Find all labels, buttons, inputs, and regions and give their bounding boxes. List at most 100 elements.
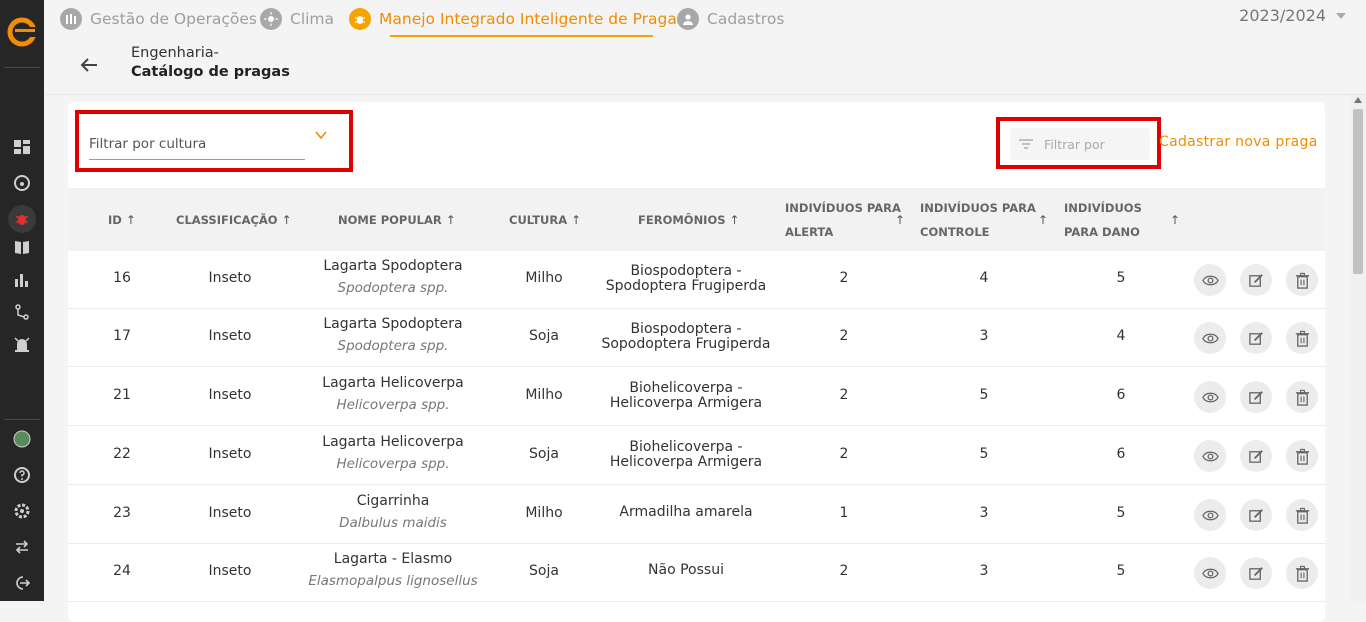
popular-name: Lagarta Spodoptera bbox=[323, 258, 463, 274]
swap-icon[interactable] bbox=[12, 537, 32, 557]
eye-icon bbox=[1201, 451, 1219, 461]
scientific-name: Helicoverpa spp. bbox=[336, 397, 450, 413]
pheromone-line: Helicoverpa Armigera bbox=[609, 395, 763, 411]
cell-control: 5 bbox=[979, 446, 989, 462]
delete-button[interactable] bbox=[1286, 264, 1318, 296]
filter-by-placeholder: Filtrar por bbox=[1044, 136, 1105, 152]
cell-popular-name: Lagarta Helicoverpa Helicoverpa spp. bbox=[293, 434, 493, 472]
chevron-down-icon[interactable] bbox=[315, 128, 327, 144]
eye-icon bbox=[1201, 333, 1219, 343]
column-header-control[interactable]: INDIVÍDUOS PARA CONTROLE ↑ bbox=[920, 196, 1048, 244]
table-header: ID ↑ CLASSIFICAÇÃO ↑ NOME POPULAR ↑ CULTURA… bbox=[68, 188, 1325, 251]
pest-catalog-card: Filtrar por cultura Filtrar por Cadastra… bbox=[68, 102, 1325, 622]
column-label: PARA DANO bbox=[1064, 225, 1140, 239]
trash-icon bbox=[1295, 448, 1309, 465]
table-row[interactable]: 24 Inseto Lagarta - Elasmo Elasmopalpus … bbox=[68, 544, 1325, 602]
view-button[interactable] bbox=[1194, 264, 1226, 296]
gauge-icon[interactable] bbox=[12, 173, 32, 193]
column-header-id[interactable]: ID ↑ bbox=[108, 208, 136, 232]
cell-classification: Inseto bbox=[208, 387, 252, 403]
logout-icon[interactable] bbox=[12, 573, 32, 593]
help-icon[interactable] bbox=[12, 465, 32, 485]
user-icon bbox=[677, 7, 699, 30]
delete-button[interactable] bbox=[1286, 322, 1318, 354]
column-header-pheromones[interactable]: FEROMÔNIOS ↑ bbox=[638, 208, 740, 232]
delete-button[interactable] bbox=[1286, 440, 1318, 472]
edit-button[interactable] bbox=[1240, 322, 1272, 354]
view-button[interactable] bbox=[1194, 440, 1226, 472]
edit-button[interactable] bbox=[1240, 557, 1272, 589]
gear-icon[interactable] bbox=[12, 501, 32, 521]
eye-icon bbox=[1201, 275, 1219, 285]
view-button[interactable] bbox=[1194, 557, 1226, 589]
culture-filter-select[interactable]: Filtrar por cultura bbox=[89, 132, 305, 160]
cell-popular-name: Lagarta Helicoverpa Helicoverpa spp. bbox=[293, 375, 493, 413]
back-arrow-icon[interactable] bbox=[78, 54, 100, 76]
delete-button[interactable] bbox=[1286, 499, 1318, 531]
cell-damage: 4 bbox=[1116, 328, 1126, 344]
filter-by-input[interactable]: Filtrar por bbox=[1010, 128, 1150, 160]
column-header-popular-name[interactable]: NOME POPULAR ↑ bbox=[338, 208, 456, 232]
view-button[interactable] bbox=[1194, 322, 1226, 354]
tab-registrations[interactable]: Cadastros bbox=[677, 0, 784, 37]
avatar[interactable] bbox=[12, 429, 32, 449]
popular-name: Cigarrinha bbox=[356, 493, 430, 509]
route-icon[interactable] bbox=[12, 302, 32, 322]
view-button[interactable] bbox=[1194, 381, 1226, 413]
cell-damage: 6 bbox=[1116, 387, 1126, 403]
cell-pheromones: Biospodoptera - Sopodoptera Frugiperda bbox=[588, 322, 784, 352]
cell-classification: Inseto bbox=[208, 270, 252, 286]
sort-arrow-icon: ↑ bbox=[1038, 213, 1049, 227]
new-pest-button[interactable]: Cadastrar nova praga bbox=[1159, 134, 1318, 150]
popular-name: Lagarta Helicoverpa bbox=[322, 434, 464, 450]
edit-button[interactable] bbox=[1240, 499, 1272, 531]
table-row[interactable]: 21 Inseto Lagarta Helicoverpa Helicoverp… bbox=[68, 368, 1325, 426]
scientific-name: Elasmopalpus lignosellus bbox=[308, 573, 478, 589]
cell-control: 5 bbox=[979, 387, 989, 403]
table-row[interactable]: 23 Inseto Cigarrinha Dalbulus maidis Mil… bbox=[68, 486, 1325, 544]
page-header: Engenharia- Catálogo de pragas bbox=[44, 37, 1366, 95]
tab-pest-management[interactable]: Manejo Integrado Inteligente de Pragas bbox=[349, 0, 685, 37]
view-button[interactable] bbox=[1194, 499, 1226, 531]
column-header-damage[interactable]: INDIVÍDUOS PARA DANO ↑ bbox=[1064, 196, 1180, 244]
scroll-up-arrow-icon[interactable] bbox=[1354, 97, 1362, 103]
scrollbar-thumb[interactable] bbox=[1353, 109, 1363, 274]
column-header-alert[interactable]: INDIVÍDUOS PARA ALERTA ↑ bbox=[785, 196, 905, 244]
cell-control: 3 bbox=[979, 505, 989, 521]
cell-pheromones: Armadilha amarela bbox=[588, 505, 784, 520]
edit-button[interactable] bbox=[1240, 381, 1272, 413]
delete-button[interactable] bbox=[1286, 381, 1318, 413]
cell-alert: 2 bbox=[839, 446, 849, 462]
edit-button[interactable] bbox=[1240, 440, 1272, 472]
column-header-classification[interactable]: CLASSIFICAÇÃO ↑ bbox=[176, 208, 292, 232]
sort-arrow-icon: ↑ bbox=[571, 213, 582, 227]
alarm-icon[interactable] bbox=[12, 334, 32, 354]
table-row[interactable]: 17 Inseto Lagarta Spodoptera Spodoptera … bbox=[68, 309, 1325, 367]
cell-classification: Inseto bbox=[208, 328, 252, 344]
cell-id: 21 bbox=[113, 387, 131, 403]
season-selector[interactable]: 2023/2024 bbox=[1239, 6, 1346, 25]
bar-chart-icon[interactable] bbox=[12, 270, 32, 290]
sun-icon bbox=[260, 7, 282, 30]
edit-icon bbox=[1248, 508, 1263, 522]
delete-button[interactable] bbox=[1286, 557, 1318, 589]
cell-damage: 5 bbox=[1116, 270, 1126, 286]
cell-popular-name: Lagarta Spodoptera Spodoptera spp. bbox=[293, 316, 493, 354]
bug-icon[interactable] bbox=[8, 205, 36, 233]
pheromone-line: Spodoptera Frugiperda bbox=[605, 278, 767, 294]
column-label: ALERTA bbox=[785, 225, 834, 239]
cell-id: 23 bbox=[113, 505, 131, 521]
sidebar-divider bbox=[4, 419, 40, 420]
tab-climate[interactable]: Clima bbox=[260, 0, 334, 37]
scrollbar[interactable] bbox=[1350, 95, 1366, 601]
dashboard-icon[interactable] bbox=[12, 137, 32, 157]
tab-label: Gestão de Operações bbox=[90, 9, 257, 28]
edit-button[interactable] bbox=[1240, 264, 1272, 296]
column-header-culture[interactable]: CULTURA ↑ bbox=[509, 208, 581, 232]
table-row[interactable]: 22 Inseto Lagarta Helicoverpa Helicoverp… bbox=[68, 427, 1325, 485]
cell-pheromones: Não Possui bbox=[588, 563, 784, 578]
book-icon[interactable] bbox=[12, 237, 32, 257]
tab-operations[interactable]: Gestão de Operações bbox=[60, 0, 257, 37]
table-row[interactable]: 16 Inseto Lagarta Spodoptera Spodoptera … bbox=[68, 251, 1325, 309]
column-label: INDIVÍDUOS PARA bbox=[920, 201, 1036, 215]
